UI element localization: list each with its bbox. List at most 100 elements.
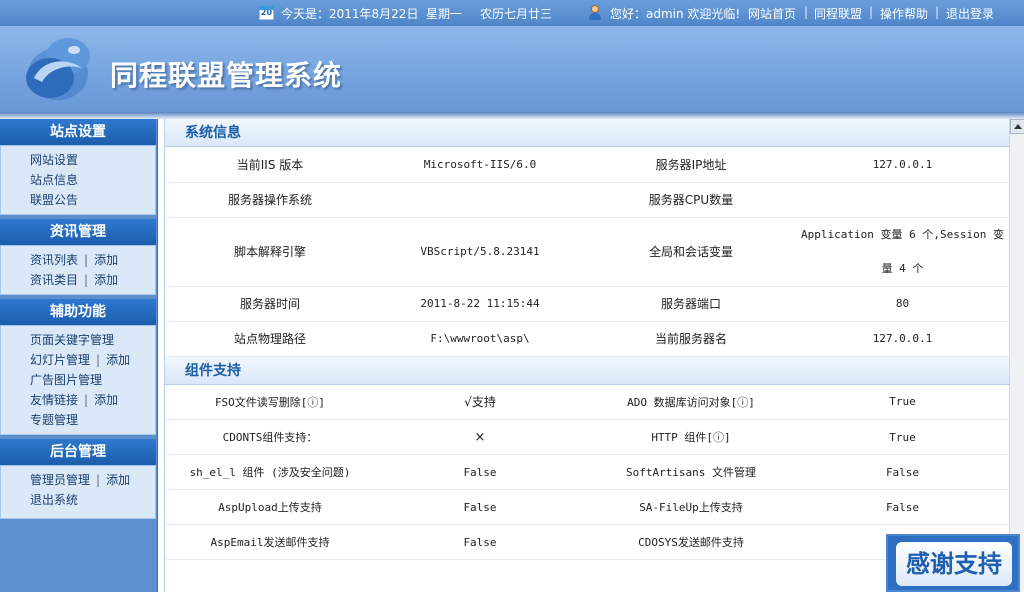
- sidebar-item-keywords[interactable]: 页面关键字管理: [30, 333, 114, 347]
- sidebar-item-admins[interactable]: 管理员管理: [30, 473, 90, 487]
- table-cell-label: 脚本解释引擎: [165, 217, 375, 287]
- table-row: 脚本解释引擎 VBScript/5.8.23141 全局和会话变量 Applic…: [165, 217, 1008, 287]
- divider: |: [84, 253, 89, 267]
- thanks-support-widget[interactable]: 感谢支持: [886, 534, 1020, 592]
- divider: |: [96, 473, 101, 487]
- table-cell-value: False: [797, 454, 1008, 490]
- table-cell-label: sh_el_l 组件 (涉及安全问题): [165, 454, 375, 490]
- greeting: 您好：admin 欢迎光临!: [610, 7, 741, 21]
- table-row: 服务器操作系统 服务器CPU数量: [165, 182, 1008, 218]
- table-cell-label: AspUpload上传支持: [165, 489, 375, 525]
- menu-heading-tools[interactable]: 辅助功能: [0, 299, 156, 326]
- table-cell-value: Microsoft-IIS/6.0: [375, 147, 585, 183]
- add-news-link[interactable]: 添加: [94, 253, 118, 267]
- vertical-scrollbar[interactable]: [1009, 119, 1024, 592]
- table-cell-label: AspEmail发送邮件支持: [165, 524, 375, 560]
- table-row: AspUpload上传支持 False SA-FileUp上传支持 False: [165, 489, 1008, 525]
- table-cell-label: CDONTS组件支持：: [165, 419, 375, 455]
- table-cell-value: VBScript/5.8.23141: [375, 217, 585, 287]
- table-cell-label: CDOSYS发送邮件支持: [585, 524, 797, 560]
- link-alliance[interactable]: 同程联盟: [814, 5, 862, 22]
- table-cell-value: False: [375, 489, 585, 525]
- sidebar: 站点设置 网站设置 站点信息 联盟公告 资讯管理 资讯列表 | 添加 资讯类目 | 添加…: [0, 119, 158, 592]
- table-cell-label: SA-FileUp上传支持: [585, 489, 797, 525]
- top-bar: 20 今天是：2011年8月22日 星期一 农历七月廿三 您好：admin 欢迎…: [0, 0, 1024, 26]
- divider: |: [96, 353, 101, 367]
- logo-icon: [26, 38, 90, 100]
- divider: |: [804, 5, 809, 19]
- page-title: 同程联盟管理系统: [110, 59, 343, 92]
- table-cell-label: 服务器端口: [585, 286, 797, 322]
- add-friend-link[interactable]: 添加: [94, 393, 118, 407]
- header-banner: 同程联盟管理系统: [0, 26, 1024, 112]
- table-cell-label: 服务器CPU数量: [585, 182, 797, 218]
- add-slide-link[interactable]: 添加: [106, 353, 130, 367]
- table-row: 服务器时间 2011-8-22 11:15:44 服务器端口 80: [165, 286, 1008, 322]
- sidebar-item-site-settings[interactable]: 网站设置: [30, 153, 78, 167]
- table-cell-label: FSO文件读写删除[ⓘ]: [165, 384, 375, 420]
- components-table: FSO文件读写删除[ⓘ] √支持 ADO 数据库访问对象[ⓘ] True CDO…: [165, 384, 1008, 560]
- add-admin-link[interactable]: 添加: [106, 473, 130, 487]
- table-cell-value: 127.0.0.1: [797, 321, 1008, 357]
- table-cell-label: 当前IIS 版本: [165, 147, 375, 183]
- menu-heading-admin[interactable]: 后台管理: [0, 439, 156, 466]
- divider: |: [84, 393, 89, 407]
- menu-group-news: 资讯列表 | 添加 资讯类目 | 添加: [0, 246, 156, 295]
- calendar-icon: 20: [259, 6, 274, 20]
- add-category-link[interactable]: 添加: [94, 273, 118, 287]
- divider: |: [84, 273, 89, 287]
- table-cell-value: Application 变量 6 个,Session 变量 4 个: [797, 217, 1008, 287]
- table-row: 当前IIS 版本 Microsoft-IIS/6.0 服务器IP地址 127.0…: [165, 147, 1008, 183]
- header-divider: [0, 112, 1024, 119]
- table-cell-value: 80: [797, 286, 1008, 322]
- menu-group-site-settings: 网站设置 站点信息 联盟公告: [0, 146, 156, 215]
- link-logout[interactable]: 退出登录: [946, 5, 994, 22]
- link-help[interactable]: 操作帮助: [880, 5, 928, 22]
- table-cell-value: 2011-8-22 11:15:44: [375, 286, 585, 322]
- table-cell-value: F:\wwwroot\asp\: [375, 321, 585, 357]
- sidebar-item-exit[interactable]: 退出系统: [30, 493, 78, 507]
- table-cell-label: 当前服务器名: [585, 321, 797, 357]
- table-row: FSO文件读写删除[ⓘ] √支持 ADO 数据库访问对象[ⓘ] True: [165, 384, 1008, 420]
- table-cell-label: 服务器操作系统: [165, 182, 375, 218]
- status-supported: √支持: [375, 384, 585, 420]
- divider: |: [869, 5, 874, 19]
- table-cell-value: False: [797, 489, 1008, 525]
- weekday: 星期一: [426, 7, 463, 21]
- sidebar-item-news-list[interactable]: 资讯列表: [30, 253, 78, 267]
- table-cell-value: True: [797, 384, 1008, 420]
- table-cell-value: [375, 182, 585, 218]
- table-row: 站点物理路径 F:\wwwroot\asp\ 当前服务器名 127.0.0.1: [165, 321, 1008, 357]
- table-cell-label: 服务器时间: [165, 286, 375, 322]
- section-title-components: 组件支持: [165, 356, 1009, 385]
- sidebar-item-announcement[interactable]: 联盟公告: [30, 193, 78, 207]
- system-info-table: 当前IIS 版本 Microsoft-IIS/6.0 服务器IP地址 127.0…: [165, 147, 1008, 357]
- current-date: 今天是：2011年8月22日: [281, 7, 419, 21]
- sidebar-item-news-category[interactable]: 资讯类目: [30, 273, 78, 287]
- link-home[interactable]: 网站首页: [748, 5, 796, 22]
- thanks-support-label[interactable]: 感谢支持: [896, 542, 1012, 586]
- divider: |: [935, 5, 940, 19]
- table-cell-value: 127.0.0.1: [797, 147, 1008, 183]
- sidebar-item-slides[interactable]: 幻灯片管理: [30, 353, 90, 367]
- menu-heading-news[interactable]: 资讯管理: [0, 219, 156, 246]
- table-cell-value: True: [797, 419, 1008, 455]
- table-cell-label: 服务器IP地址: [585, 147, 797, 183]
- scroll-up-arrow-icon[interactable]: [1010, 119, 1024, 134]
- table-row: sh_el_l 组件 (涉及安全问题) False SoftArtisans 文…: [165, 454, 1008, 490]
- table-cell-value: False: [375, 454, 585, 490]
- table-cell-label: 全局和会话变量: [585, 217, 797, 287]
- menu-group-tools: 页面关键字管理 幻灯片管理 | 添加 广告图片管理 友情链接 | 添加 专题管理: [0, 326, 156, 435]
- main-content: 系统信息 当前IIS 版本 Microsoft-IIS/6.0 服务器IP地址 …: [164, 119, 1009, 592]
- menu-heading-site-settings[interactable]: 站点设置: [0, 119, 156, 146]
- sidebar-item-topics[interactable]: 专题管理: [30, 413, 78, 427]
- table-row: CDONTS组件支持： × HTTP 组件[ⓘ] True: [165, 419, 1008, 455]
- section-title-system-info: 系统信息: [165, 119, 1009, 147]
- calendar-day: 20: [260, 8, 273, 17]
- sidebar-item-ad-images[interactable]: 广告图片管理: [30, 373, 102, 387]
- sidebar-item-site-info[interactable]: 站点信息: [30, 173, 78, 187]
- sidebar-item-friend-links[interactable]: 友情链接: [30, 393, 78, 407]
- table-cell-label: HTTP 组件[ⓘ]: [585, 419, 797, 455]
- status-unsupported-icon: ×: [375, 419, 585, 455]
- menu-group-admin: 管理员管理 | 添加 退出系统: [0, 466, 156, 519]
